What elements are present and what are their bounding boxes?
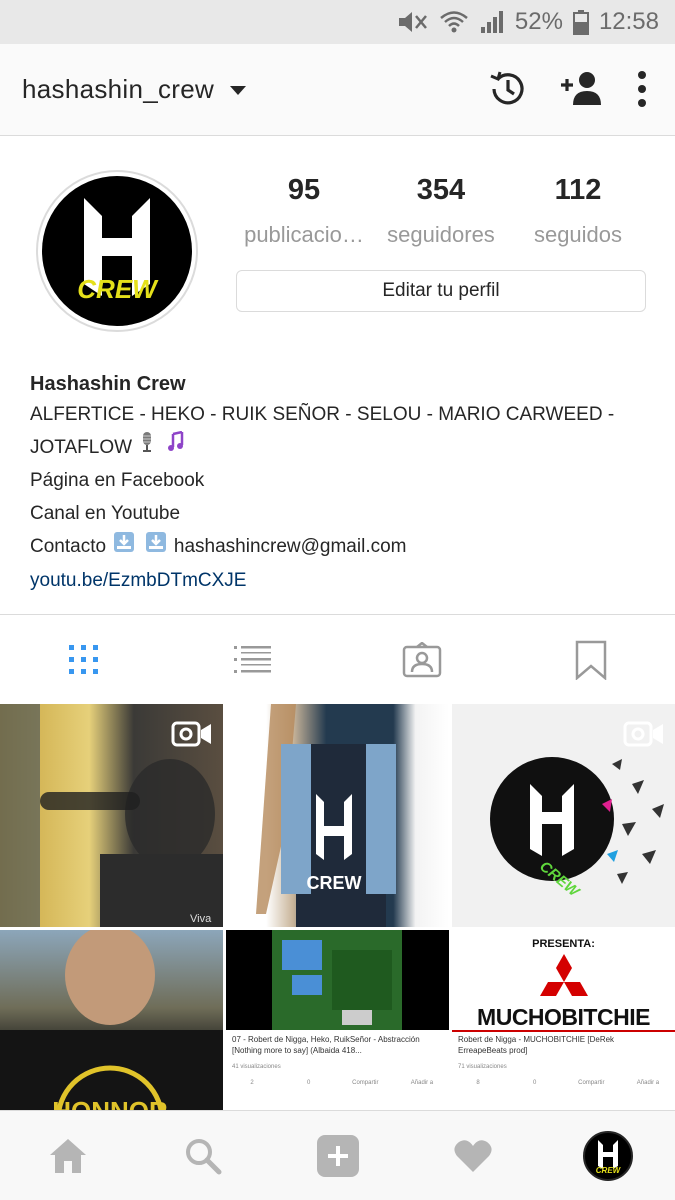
status-bar: 52% 12:58: [0, 0, 675, 44]
dislike-count: 0: [532, 1080, 537, 1086]
profile-stats: 95 publicacio… 354 seguidores 112 seguid…: [236, 170, 646, 248]
red-diamonds-logo: [540, 954, 588, 996]
posts-count[interactable]: 95 publicacio…: [236, 170, 372, 248]
contact-label: Contacto: [30, 536, 107, 558]
video-title: Robert de Nigga - MUCHOBITCHIE [DeRek Er…: [458, 1035, 615, 1055]
battery-percent: 52%: [514, 8, 563, 35]
presenta-text: PRESENTA:: [532, 938, 595, 950]
grid-view-icon[interactable]: [44, 630, 124, 690]
list-view-icon[interactable]: [213, 630, 293, 690]
website-link[interactable]: youtu.be/EzmbDTmCXJE: [30, 564, 650, 597]
history-icon[interactable]: [487, 68, 529, 110]
mute-icon: [395, 9, 429, 35]
video-camera-icon: [171, 720, 213, 753]
dropdown-caret-icon[interactable]: [230, 86, 247, 95]
following-count[interactable]: 112 seguidos: [510, 170, 646, 248]
inbox-tray-emoji: [113, 531, 135, 564]
contact-email: hashashincrew@gmail.com: [173, 536, 407, 558]
video-views: 71 visualizaciones: [458, 1064, 507, 1070]
microphone-emoji: [139, 431, 155, 464]
stat-value: 354: [416, 174, 466, 206]
divider: [452, 1030, 675, 1032]
search-icon[interactable]: [163, 1116, 243, 1196]
add-user-icon[interactable]: [559, 69, 607, 109]
facebook-link[interactable]: Página en Facebook: [30, 464, 650, 497]
like-count: 8: [476, 1080, 480, 1086]
edit-profile-button[interactable]: Editar tu perfil: [236, 270, 646, 312]
username: hashashin_crew: [22, 74, 215, 104]
home-icon[interactable]: [28, 1116, 108, 1196]
posts-grid: Viva CREW CREW 07 - Robert de Nigga, Hek…: [0, 704, 675, 1153]
add-to-label: Añadir a: [636, 1080, 660, 1086]
video-actions: 2 0 Compartir Añadir a: [232, 1080, 442, 1086]
post-thumbnail[interactable]: CREW: [452, 704, 675, 927]
video-overlay-text: Viva: [190, 913, 212, 925]
followers-count[interactable]: 354 seguidores: [373, 170, 509, 248]
activity-icon[interactable]: [433, 1116, 513, 1196]
profile-avatar[interactable]: CREW: [36, 170, 198, 332]
account-switcher[interactable]: hashashin_crew: [22, 74, 247, 105]
battery-icon: [572, 9, 589, 35]
stat-label: seguidos: [533, 222, 623, 247]
shirt-text: CREW: [307, 873, 362, 893]
stat-label: seguidores: [387, 222, 495, 247]
profile-tabs: [0, 614, 675, 704]
clock: 12:58: [598, 8, 659, 35]
stat-value: 95: [287, 174, 321, 206]
profile-tab[interactable]: CREW: [568, 1116, 648, 1196]
contact-line: Contacto hashashincrew@gmail.com: [30, 530, 650, 563]
share-label: Compartir: [352, 1080, 379, 1086]
bio-text: JOTAFLOW: [30, 437, 133, 458]
bio-line-2: JOTAFLOW: [30, 431, 650, 464]
avatar-image: CREW: [42, 176, 192, 326]
post-thumbnail[interactable]: CREW: [226, 704, 449, 927]
profile-top-bar: hashashin_crew: [0, 44, 675, 136]
dislike-count: 0: [306, 1080, 311, 1086]
saved-icon[interactable]: [551, 630, 631, 690]
post-thumbnail[interactable]: Viva: [0, 704, 223, 927]
stat-value: 112: [554, 174, 602, 206]
tagged-photos-icon[interactable]: [382, 630, 462, 690]
video-title: 07 - Robert de Nigga, Heko, RuikSeñor - …: [232, 1035, 420, 1055]
youtube-channel-link[interactable]: Canal en Youtube: [30, 497, 650, 530]
like-count: 2: [250, 1080, 254, 1086]
share-label: Compartir: [578, 1080, 605, 1086]
add-to-label: Añadir a: [410, 1080, 434, 1086]
bottom-navigation: CREW: [0, 1110, 675, 1200]
avatar-crew-text: CREW: [77, 274, 159, 304]
profile-bio: Hashashin Crew ALFERTICE - HEKO - RUIK S…: [30, 370, 650, 597]
video-actions: 8 0 Compartir Añadir a: [458, 1080, 668, 1086]
music-notes-emoji: [165, 431, 189, 464]
avatar-crew-text: CREW: [595, 1166, 621, 1175]
profile-avatar-small: CREW: [582, 1130, 633, 1181]
bio-line: ALFERTICE - HEKO - RUIK SEÑOR - SELOU - …: [30, 404, 615, 425]
new-post-icon[interactable]: [298, 1116, 378, 1196]
video-views: 41 visualizaciones: [232, 1064, 281, 1070]
inbox-tray-emoji: [145, 531, 167, 564]
video-frame-map: [272, 930, 402, 1030]
stat-label: publicacio…: [244, 222, 364, 247]
more-options-icon[interactable]: [637, 70, 647, 108]
wifi-icon: [439, 9, 469, 35]
full-name: Hashashin Crew: [30, 373, 186, 395]
headline-text: MUCHOBITCHIE: [477, 1004, 650, 1030]
video-camera-icon: [623, 720, 665, 753]
signal-icon: [479, 9, 505, 35]
